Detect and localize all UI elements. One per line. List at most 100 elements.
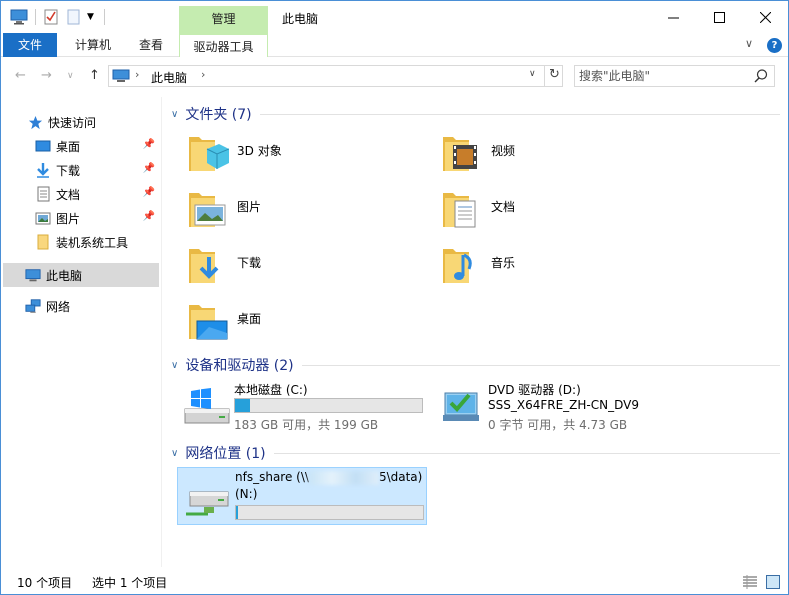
redacted-host bbox=[308, 470, 379, 485]
minimize-button[interactable] bbox=[650, 1, 696, 33]
ribbon-tabs: 文件 计算机 查看 驱动器工具 ∨ ? bbox=[1, 33, 788, 57]
breadcrumb-chevron-icon[interactable]: › bbox=[135, 68, 139, 81]
item-label: 图片 bbox=[237, 200, 262, 214]
local-disk-icon bbox=[184, 388, 230, 424]
collapse-chevron-icon[interactable]: ∨ bbox=[171, 360, 178, 371]
back-arrow-icon[interactable]: ← bbox=[15, 68, 26, 83]
tab-file[interactable]: 文件 bbox=[3, 33, 57, 57]
search-input[interactable] bbox=[579, 68, 749, 84]
navigation-bar: ← → ∨ ↑ › 此电脑 › ∨ ↻ bbox=[1, 58, 788, 94]
tab-computer[interactable]: 计算机 bbox=[63, 33, 123, 57]
network-drive-icon bbox=[186, 491, 229, 516]
sidebar-item-documents[interactable]: 文档 📌 bbox=[3, 182, 159, 206]
maximize-button[interactable] bbox=[696, 1, 742, 33]
tab-view[interactable]: 查看 bbox=[129, 33, 173, 57]
sidebar-label: 下载 bbox=[56, 163, 81, 178]
documents-icon bbox=[443, 193, 476, 228]
pictures-icon bbox=[189, 193, 226, 227]
refresh-icon[interactable]: ↻ bbox=[549, 67, 560, 82]
download-icon bbox=[35, 162, 51, 178]
window-title: 此电脑 bbox=[282, 12, 319, 26]
computer-icon bbox=[25, 267, 41, 283]
drive-space-text: 183 GB 可用，共 199 GB bbox=[234, 418, 379, 432]
folder-3d-objects[interactable]: 3D 对象 bbox=[185, 129, 282, 181]
item-count: 10 个项目 bbox=[17, 576, 73, 590]
folder-pictures[interactable]: 图片 bbox=[185, 185, 261, 237]
folder-icon bbox=[35, 234, 51, 250]
sidebar-item-desktop[interactable]: 桌面 📌 bbox=[3, 134, 159, 158]
item-label: 3D 对象 bbox=[237, 144, 282, 158]
address-dropdown-icon[interactable]: ∨ bbox=[529, 69, 536, 79]
sidebar-label: 快速访问 bbox=[48, 115, 97, 130]
sidebar-item-install-tools[interactable]: 装机系统工具 bbox=[3, 230, 159, 254]
sidebar-label: 此电脑 bbox=[46, 268, 83, 283]
help-icon[interactable]: ? bbox=[767, 38, 782, 53]
computer-icon[interactable] bbox=[10, 8, 28, 26]
breadcrumb-this-pc[interactable]: 此电脑 bbox=[151, 69, 187, 86]
music-icon bbox=[443, 249, 472, 283]
tab-drive-tools[interactable]: 驱动器工具 bbox=[179, 33, 268, 57]
details-view-icon[interactable] bbox=[742, 575, 758, 589]
content-pane: ∨ 文件夹 (7) 3D 对象 视频 图片 文档 下载 音乐 桌面 ∨ 设备和驱… bbox=[166, 101, 786, 561]
search-box[interactable] bbox=[574, 65, 775, 87]
forward-arrow-icon[interactable]: → bbox=[41, 68, 52, 83]
address-bar[interactable]: › 此电脑 › ∨ ↻ bbox=[108, 65, 563, 87]
customize-toolbar-icon[interactable]: ▼ bbox=[87, 8, 97, 26]
group-header-folders[interactable]: ∨ 文件夹 (7) bbox=[166, 103, 780, 125]
sidebar-label: 图片 bbox=[56, 211, 81, 226]
sidebar-label: 装机系统工具 bbox=[56, 235, 129, 250]
drive-local-c[interactable]: 本地磁盘 (C:) 183 GB 可用，共 199 GB bbox=[177, 379, 427, 437]
folder-desktop[interactable]: 桌面 bbox=[185, 297, 261, 349]
up-arrow-icon[interactable]: ↑ bbox=[89, 68, 100, 83]
drive-name: DVD 驱动器 (D:) bbox=[488, 383, 581, 397]
properties-icon[interactable] bbox=[44, 8, 60, 26]
pin-icon[interactable]: 📌 bbox=[143, 139, 155, 150]
sidebar-label: 网络 bbox=[46, 299, 71, 314]
collapse-chevron-icon[interactable]: ∨ bbox=[171, 109, 178, 120]
folder-videos[interactable]: 视频 bbox=[439, 129, 515, 181]
pin-icon[interactable]: 📌 bbox=[143, 211, 155, 222]
drive-dvd-d[interactable]: DVD 驱动器 (D:) SSS_X64FRE_ZH-CN_DV9 0 字节 可… bbox=[431, 379, 681, 437]
new-folder-icon[interactable] bbox=[67, 8, 81, 26]
sidebar-item-this-pc[interactable]: 此电脑 bbox=[3, 263, 159, 287]
pictures-icon bbox=[35, 210, 51, 226]
dvd-drive-icon bbox=[443, 392, 479, 421]
breadcrumb-chevron-icon[interactable]: › bbox=[201, 68, 205, 81]
drive-name: 本地磁盘 (C:) bbox=[234, 383, 308, 397]
folder-documents[interactable]: 文档 bbox=[439, 185, 515, 237]
folder-downloads[interactable]: 下载 bbox=[185, 241, 261, 293]
search-icon[interactable] bbox=[753, 68, 769, 84]
drive-usage-bar bbox=[235, 505, 424, 520]
recent-locations-icon[interactable]: ∨ bbox=[67, 71, 74, 81]
drive-space-text: 0 字节 可用，共 4.73 GB bbox=[488, 418, 628, 432]
drive-letter: (N:) bbox=[235, 487, 258, 501]
drive-volume-label: SSS_X64FRE_ZH-CN_DV9 bbox=[488, 398, 639, 412]
folder-music[interactable]: 音乐 bbox=[439, 241, 515, 293]
item-label: 下载 bbox=[237, 256, 262, 270]
group-header-network[interactable]: ∨ 网络位置 (1) bbox=[166, 442, 780, 464]
sidebar-label: 文档 bbox=[56, 187, 81, 202]
status-bar: 10 个项目 选中 1 个项目 bbox=[1, 572, 788, 594]
explorer-window: ▼ 管理 此电脑 文件 计算机 查看 驱动器工具 ∨ ? ← → ∨ ↑ › 此… bbox=[0, 0, 789, 595]
collapse-chevron-icon[interactable]: ∨ bbox=[171, 448, 178, 459]
large-icons-view-icon[interactable] bbox=[766, 575, 780, 589]
close-button[interactable] bbox=[742, 1, 788, 33]
sidebar-item-network[interactable]: 网络 bbox=[3, 294, 159, 318]
pin-icon[interactable]: 📌 bbox=[143, 187, 155, 198]
pin-icon[interactable]: 📌 bbox=[143, 163, 155, 174]
network-drive-nfs[interactable]: nfs_share (\\ 5\data) (N:) bbox=[177, 467, 427, 525]
sidebar-item-pictures[interactable]: 图片 📌 bbox=[3, 206, 159, 230]
sidebar-item-downloads[interactable]: 下载 📌 bbox=[3, 158, 159, 182]
item-label: 音乐 bbox=[491, 256, 516, 270]
star-icon bbox=[27, 114, 43, 130]
drive-name: nfs_share (\\ 5\data) bbox=[235, 470, 423, 485]
desktop-icon bbox=[189, 305, 228, 340]
this-pc-icon bbox=[112, 69, 130, 83]
group-header-devices[interactable]: ∨ 设备和驱动器 (2) bbox=[166, 354, 780, 376]
item-label: 视频 bbox=[491, 144, 516, 158]
manage-tab[interactable]: 管理 bbox=[179, 6, 268, 33]
item-label: 桌面 bbox=[237, 312, 262, 326]
videos-icon bbox=[443, 137, 477, 171]
expand-ribbon-icon[interactable]: ∨ bbox=[745, 37, 753, 50]
sidebar-item-quick-access[interactable]: 快速访问 bbox=[3, 110, 159, 134]
